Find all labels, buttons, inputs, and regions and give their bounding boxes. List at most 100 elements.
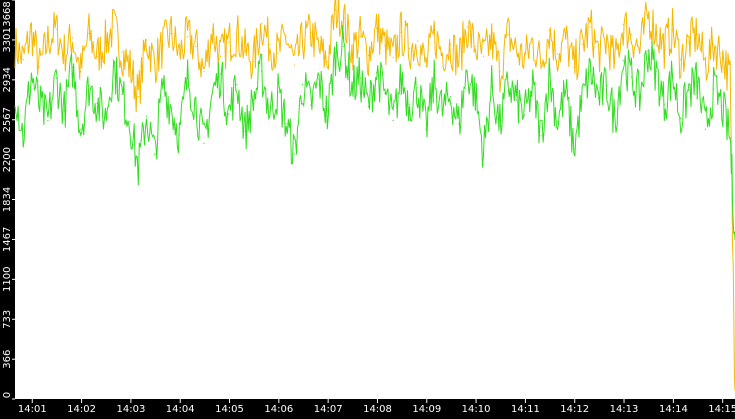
x-tick-label: 14:11: [511, 404, 540, 415]
series-1-point: [96, 55, 98, 57]
series-2-point: [482, 151, 485, 153]
series-2-point: [30, 74, 32, 76]
series-2-point: [187, 77, 189, 79]
series-2-point: [351, 87, 353, 89]
x-axis: 14:01 14:02 14:03 14:04 14:05 14:06 14:07 14:08…: [18, 399, 735, 415]
series-2-point: [170, 106, 172, 109]
series-2-point: [162, 84, 164, 86]
series-1-point: [187, 36, 189, 38]
series-2-point: [228, 113, 230, 115]
series-2-point: [137, 167, 139, 169]
series-2-point: [14, 88, 16, 90]
series-2-point: [565, 90, 567, 92]
series-1-point: [647, 14, 649, 16]
series-1-point: [244, 50, 246, 52]
series-1-point: [170, 32, 172, 35]
series-2-point: [515, 99, 518, 101]
series-1-point: [14, 44, 16, 47]
series-1-point: [137, 96, 139, 98]
series-2-point: [376, 72, 378, 74]
series-1-point: [211, 29, 213, 31]
series-2-point: [145, 115, 148, 117]
y-tick-label: 1834: [2, 187, 13, 212]
series-2-point: [244, 130, 246, 132]
series-1-point: [47, 40, 49, 42]
series-1-point: [713, 43, 715, 46]
series-1-point: [663, 46, 665, 48]
series-1-point: [277, 52, 279, 54]
series-2-point: [269, 111, 271, 113]
series-2-point: [598, 97, 600, 99]
x-tick-label: 14:14: [659, 404, 688, 415]
series-1-point: [376, 27, 378, 29]
series-2-point: [540, 135, 542, 137]
series-2-point: [236, 84, 238, 86]
series-1-point: [343, 17, 345, 19]
series-2-point: [721, 104, 723, 106]
y-tick-label: 366: [2, 350, 13, 369]
series-1-point: [113, 26, 115, 28]
series-2-point: [704, 128, 707, 130]
series-2-point: [211, 92, 213, 94]
series-1-point: [236, 32, 238, 35]
y-tick-label: 733: [2, 310, 13, 329]
x-tick-label: 14:12: [560, 404, 589, 415]
x-tick-label: 14:03: [116, 404, 145, 415]
series-2-point: [639, 96, 641, 98]
series-1-point: [696, 34, 698, 36]
series-1-point: [556, 53, 559, 55]
series-1-point: [532, 41, 534, 43]
series-1-point: [474, 46, 476, 48]
series-1-point: [606, 39, 608, 41]
series-1-point: [359, 36, 361, 38]
series-2-point: [425, 128, 427, 130]
series-2-point: [47, 119, 49, 122]
x-tick-label: 14:07: [314, 404, 343, 415]
series-2-point: [450, 96, 452, 98]
series-1-point: [630, 34, 633, 36]
series-2-point: [671, 74, 674, 76]
series-1-point: [450, 43, 452, 46]
series-2-point: [88, 85, 90, 87]
y-tick-label: 0: [2, 392, 13, 398]
series-2-point: [39, 104, 41, 106]
series-2-point: [647, 50, 649, 52]
series-1-point: [491, 39, 493, 41]
series-2-point: [104, 116, 106, 118]
series-2-point: [729, 137, 731, 139]
series-1-point: [310, 31, 312, 33]
y-axis: 0 366 733 1100 1467 1834 2200 2567 2934 33013668: [2, 0, 15, 400]
series-1-point: [548, 29, 550, 31]
x-tick-label: 14:01: [18, 404, 47, 415]
y-tick-label: 3668: [2, 1, 13, 26]
time-series-chart: 0 366 733 1100 1467 1834 2200 2567 2934 3301 3668 …: [0, 0, 735, 415]
series-1-point: [351, 49, 353, 51]
x-tick-label: 14:08: [363, 404, 392, 415]
series-2-point: [507, 82, 509, 85]
series-1-point: [261, 23, 263, 25]
series-2-point: [22, 135, 24, 137]
series-1-point: [680, 59, 682, 61]
series-1-point: [688, 41, 690, 43]
series-2-point: [55, 77, 57, 79]
series-2-point: [548, 74, 550, 76]
series-2-point: [277, 91, 279, 93]
series-2-point: [466, 71, 468, 73]
series-1-point: [22, 59, 24, 61]
x-tick-label: 14:06: [264, 404, 293, 415]
series-1-point: [203, 71, 205, 73]
y-tick-label: 2567: [2, 107, 13, 132]
series-1-point: [466, 26, 468, 28]
series-1-point: [524, 57, 526, 60]
series-1-point: [318, 49, 320, 51]
series-2-point: [573, 148, 575, 150]
series-2-point: [696, 80, 698, 82]
series-2-point: [688, 89, 690, 91]
x-tick-label: 14:09: [412, 404, 441, 415]
series-2-point: [129, 121, 131, 123]
series-1-point: [417, 40, 419, 42]
series-1-point: [219, 55, 222, 57]
series-1-point: [441, 52, 443, 54]
series-2-point: [606, 85, 608, 87]
series-2-point: [524, 114, 526, 116]
